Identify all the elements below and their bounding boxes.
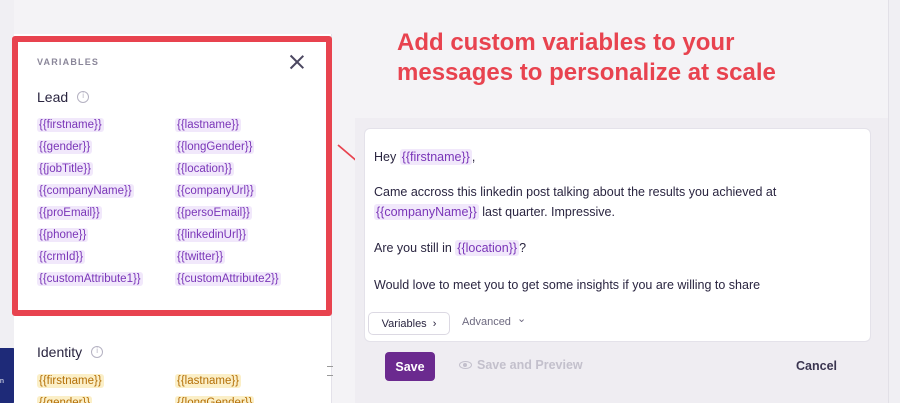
resize-handle[interactable] xyxy=(327,366,333,376)
variable-chip[interactable]: {{persoEmail}} xyxy=(175,204,325,223)
advanced-button[interactable]: Advanced ⌄ xyxy=(462,313,527,328)
variable-chip[interactable]: {{lastname}} xyxy=(175,116,325,135)
greeting-text: Hey xyxy=(374,150,400,164)
left-sidebar-badge-text: n xyxy=(0,378,4,385)
variable-chip-label: {{linkedinUrl}} xyxy=(175,228,249,242)
variable-chip-label: {{longGender}} xyxy=(175,140,255,154)
p3-start: Are you still in xyxy=(374,241,456,255)
headline: Add custom variables to your messages to… xyxy=(397,28,857,88)
variable-chip[interactable]: {{customAttribute2}} xyxy=(175,270,325,289)
variable-chip[interactable]: {{longGender}} xyxy=(175,394,325,403)
variable-chip[interactable]: {{gender}} xyxy=(37,138,175,157)
variable-chip-label: {{persoEmail}} xyxy=(175,206,252,220)
variable-chip[interactable]: {{longGender}} xyxy=(175,138,325,157)
left-strip xyxy=(0,0,14,403)
variable-chip-label: {{gender}} xyxy=(37,140,93,154)
headline-line-1: Add custom variables to your xyxy=(397,29,735,56)
variable-chip[interactable]: {{lastname}} xyxy=(175,372,325,391)
variables-button-label: Variables xyxy=(381,317,427,330)
message-line-greeting: Hey {{firstname}}, xyxy=(374,147,475,167)
greeting-end: , xyxy=(471,150,476,164)
variable-chip[interactable]: {{firstname}} xyxy=(37,372,175,391)
info-icon[interactable] xyxy=(91,346,104,358)
identity-variables-grid: {{firstname}} {{lastname}} {{gender}} {{lon… xyxy=(37,372,325,403)
p3-end: ? xyxy=(519,241,527,255)
eye-icon xyxy=(459,361,472,369)
variable-chip-label: {{crmId}} xyxy=(37,250,86,264)
variable-chip-label: {{phone}} xyxy=(37,228,89,242)
variable-chip[interactable]: {{customAttribute1}} xyxy=(37,270,175,289)
variables-button[interactable]: Variables › xyxy=(368,312,450,335)
save-and-preview-button[interactable]: Save and Preview xyxy=(459,358,583,372)
headline-line-2: messages to personalize at scale xyxy=(397,59,776,86)
chevron-right-icon: › xyxy=(432,317,437,330)
variable-chip[interactable]: {{firstname}} xyxy=(37,116,175,135)
variable-chip[interactable]: {{phone}} xyxy=(37,226,175,245)
message-line-p4: Would love to meet you to get some insig… xyxy=(374,278,761,292)
variable-chip-label: {{gender}} xyxy=(37,396,93,403)
lead-section-heading: Lead xyxy=(37,89,90,105)
variable-chip[interactable]: {{companyName}} xyxy=(37,182,175,201)
variable-chip[interactable]: {{gender}} xyxy=(37,394,175,403)
variable-chip[interactable]: {{linkedinUrl}} xyxy=(175,226,325,245)
variable-chip-label: {{twitter}} xyxy=(175,250,226,264)
variable-chip[interactable]: {{proEmail}} xyxy=(37,204,175,223)
message-variable[interactable]: {{location}} xyxy=(455,240,520,256)
variable-chip[interactable]: {{twitter}} xyxy=(175,248,325,267)
lead-label: Lead xyxy=(37,89,69,105)
variable-chip-label: {{longGender}} xyxy=(175,396,255,403)
info-icon[interactable] xyxy=(77,91,90,103)
variable-chip-label: {{proEmail}} xyxy=(37,206,102,220)
variable-chip-label: {{customAttribute2}} xyxy=(175,272,281,286)
save-button[interactable]: Save xyxy=(385,352,435,381)
variables-title: VARIABLES xyxy=(37,57,100,67)
chevron-down-icon: ⌄ xyxy=(517,313,527,325)
message-variable[interactable]: {{firstname}} xyxy=(399,149,472,165)
variable-chip-label: {{location}} xyxy=(175,162,235,176)
identity-label: Identity xyxy=(37,344,83,360)
variable-chip-label: {{firstname}} xyxy=(37,118,104,132)
variable-chip[interactable]: {{crmId}} xyxy=(37,248,175,267)
variable-chip-label: {{companyUrl}} xyxy=(175,184,256,198)
variable-chip-label: {{companyName}} xyxy=(37,184,134,198)
advanced-button-label: Advanced xyxy=(462,316,511,328)
identity-section-heading: Identity xyxy=(37,344,104,360)
variable-chip-label: {{firstname}} xyxy=(37,374,104,388)
message-variable[interactable]: {{companyName}} xyxy=(374,204,479,220)
message-line-p3: Are you still in {{location}}? xyxy=(374,238,526,258)
message-line-p2: Came accross this linkedin post talking … xyxy=(374,185,777,199)
variable-chip-label: {{jobTitle}} xyxy=(37,162,94,176)
save-and-preview-label: Save and Preview xyxy=(477,358,583,372)
close-icon[interactable] xyxy=(289,54,305,70)
lead-variables-grid: {{firstname}} {{lastname}} {{gender}} {{lon… xyxy=(37,116,325,289)
variable-chip-label: {{lastname}} xyxy=(175,374,242,388)
variable-chip-label: {{lastname}} xyxy=(175,118,242,132)
message-line-p2b: {{companyName}} last quarter. Impressive… xyxy=(374,202,615,222)
variable-chip[interactable]: {{companyUrl}} xyxy=(175,182,325,201)
variable-chip[interactable]: {{location}} xyxy=(175,160,325,179)
variable-chip-label: {{customAttribute1}} xyxy=(37,272,143,286)
cancel-button[interactable]: Cancel xyxy=(796,359,837,373)
right-edge xyxy=(888,0,900,403)
variable-chip[interactable]: {{jobTitle}} xyxy=(37,160,175,179)
p2-rest: last quarter. Impressive. xyxy=(478,205,615,219)
